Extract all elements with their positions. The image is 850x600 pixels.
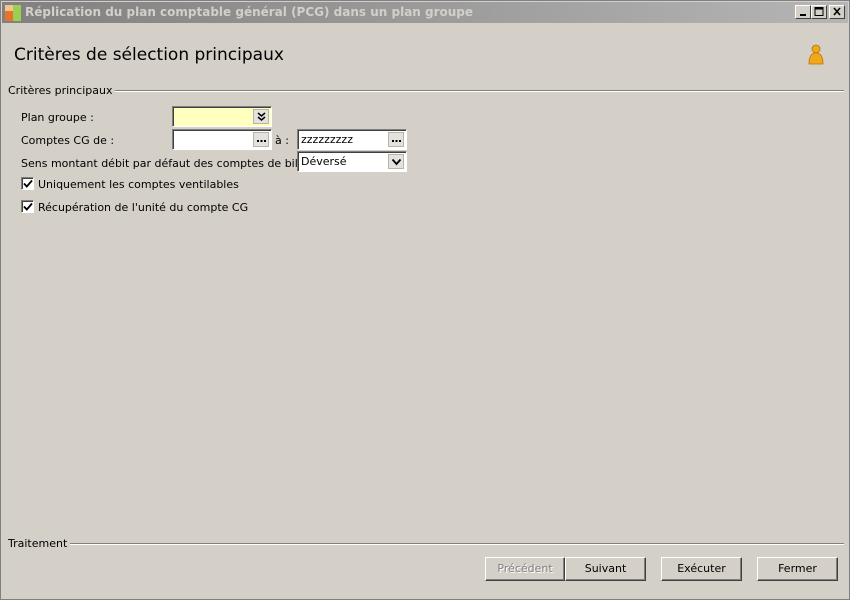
title-bar[interactable]: Réplication du plan comptable général (P…	[2, 2, 848, 23]
person-icon[interactable]	[807, 44, 825, 66]
checkmark-icon	[23, 202, 33, 211]
double-chevron-down-icon	[257, 112, 266, 121]
maximize-button[interactable]	[811, 5, 827, 19]
main-window: Réplication du plan comptable général (P…	[0, 0, 850, 600]
plan-groupe-combo[interactable]	[172, 106, 272, 127]
checkmark-icon	[23, 179, 33, 188]
comptes-cg-to-input[interactable]: zzzzzzzzz	[297, 129, 407, 150]
sens-montant-select[interactable]: Déversé	[297, 151, 407, 172]
traitement-group-label: Traitement	[8, 537, 71, 550]
recuperation-unite-label[interactable]: Récupération de l'unité du compte CG	[38, 201, 248, 214]
sens-montant-value: Déversé	[301, 155, 347, 168]
executer-button[interactable]: Exécuter	[661, 557, 742, 581]
minimize-button[interactable]	[795, 5, 811, 19]
sens-montant-label: Sens montant débit par défaut des compte…	[21, 157, 319, 170]
comptes-cg-to-label: à :	[275, 134, 289, 147]
comptes-cg-from-input[interactable]	[172, 129, 272, 150]
criteria-divider	[98, 90, 844, 92]
fermer-button[interactable]: Fermer	[757, 557, 838, 581]
page-title: Critères de sélection principaux	[14, 45, 284, 65]
window-title: Réplication du plan comptable général (P…	[25, 5, 474, 19]
chevron-down-icon	[391, 158, 402, 166]
criteria-group-label: Critères principaux	[8, 84, 116, 97]
sens-montant-dropdown-button[interactable]	[388, 154, 404, 169]
precedent-button[interactable]: Précédent	[485, 557, 565, 581]
suivant-button[interactable]: Suivant	[565, 557, 646, 581]
uniquement-ventilables-label[interactable]: Uniquement les comptes ventilables	[38, 178, 239, 191]
ellipsis-icon	[257, 140, 266, 142]
recuperation-unite-checkbox[interactable]	[21, 200, 34, 213]
close-icon	[833, 7, 841, 16]
traitement-divider	[61, 543, 844, 545]
ellipsis-icon	[392, 140, 401, 142]
close-button[interactable]	[829, 5, 845, 19]
comptes-cg-label: Comptes CG de :	[21, 134, 115, 147]
plan-groupe-dropdown-button[interactable]	[253, 109, 269, 124]
maximize-icon	[814, 7, 824, 16]
minimize-icon	[800, 14, 806, 16]
comptes-cg-to-value: zzzzzzzzz	[301, 133, 353, 146]
uniquement-ventilables-checkbox[interactable]	[21, 177, 34, 190]
comptes-cg-from-browse-button[interactable]	[253, 132, 269, 147]
app-icon	[5, 5, 21, 21]
comptes-cg-to-browse-button[interactable]	[388, 132, 404, 147]
plan-groupe-label: Plan groupe :	[21, 111, 94, 124]
